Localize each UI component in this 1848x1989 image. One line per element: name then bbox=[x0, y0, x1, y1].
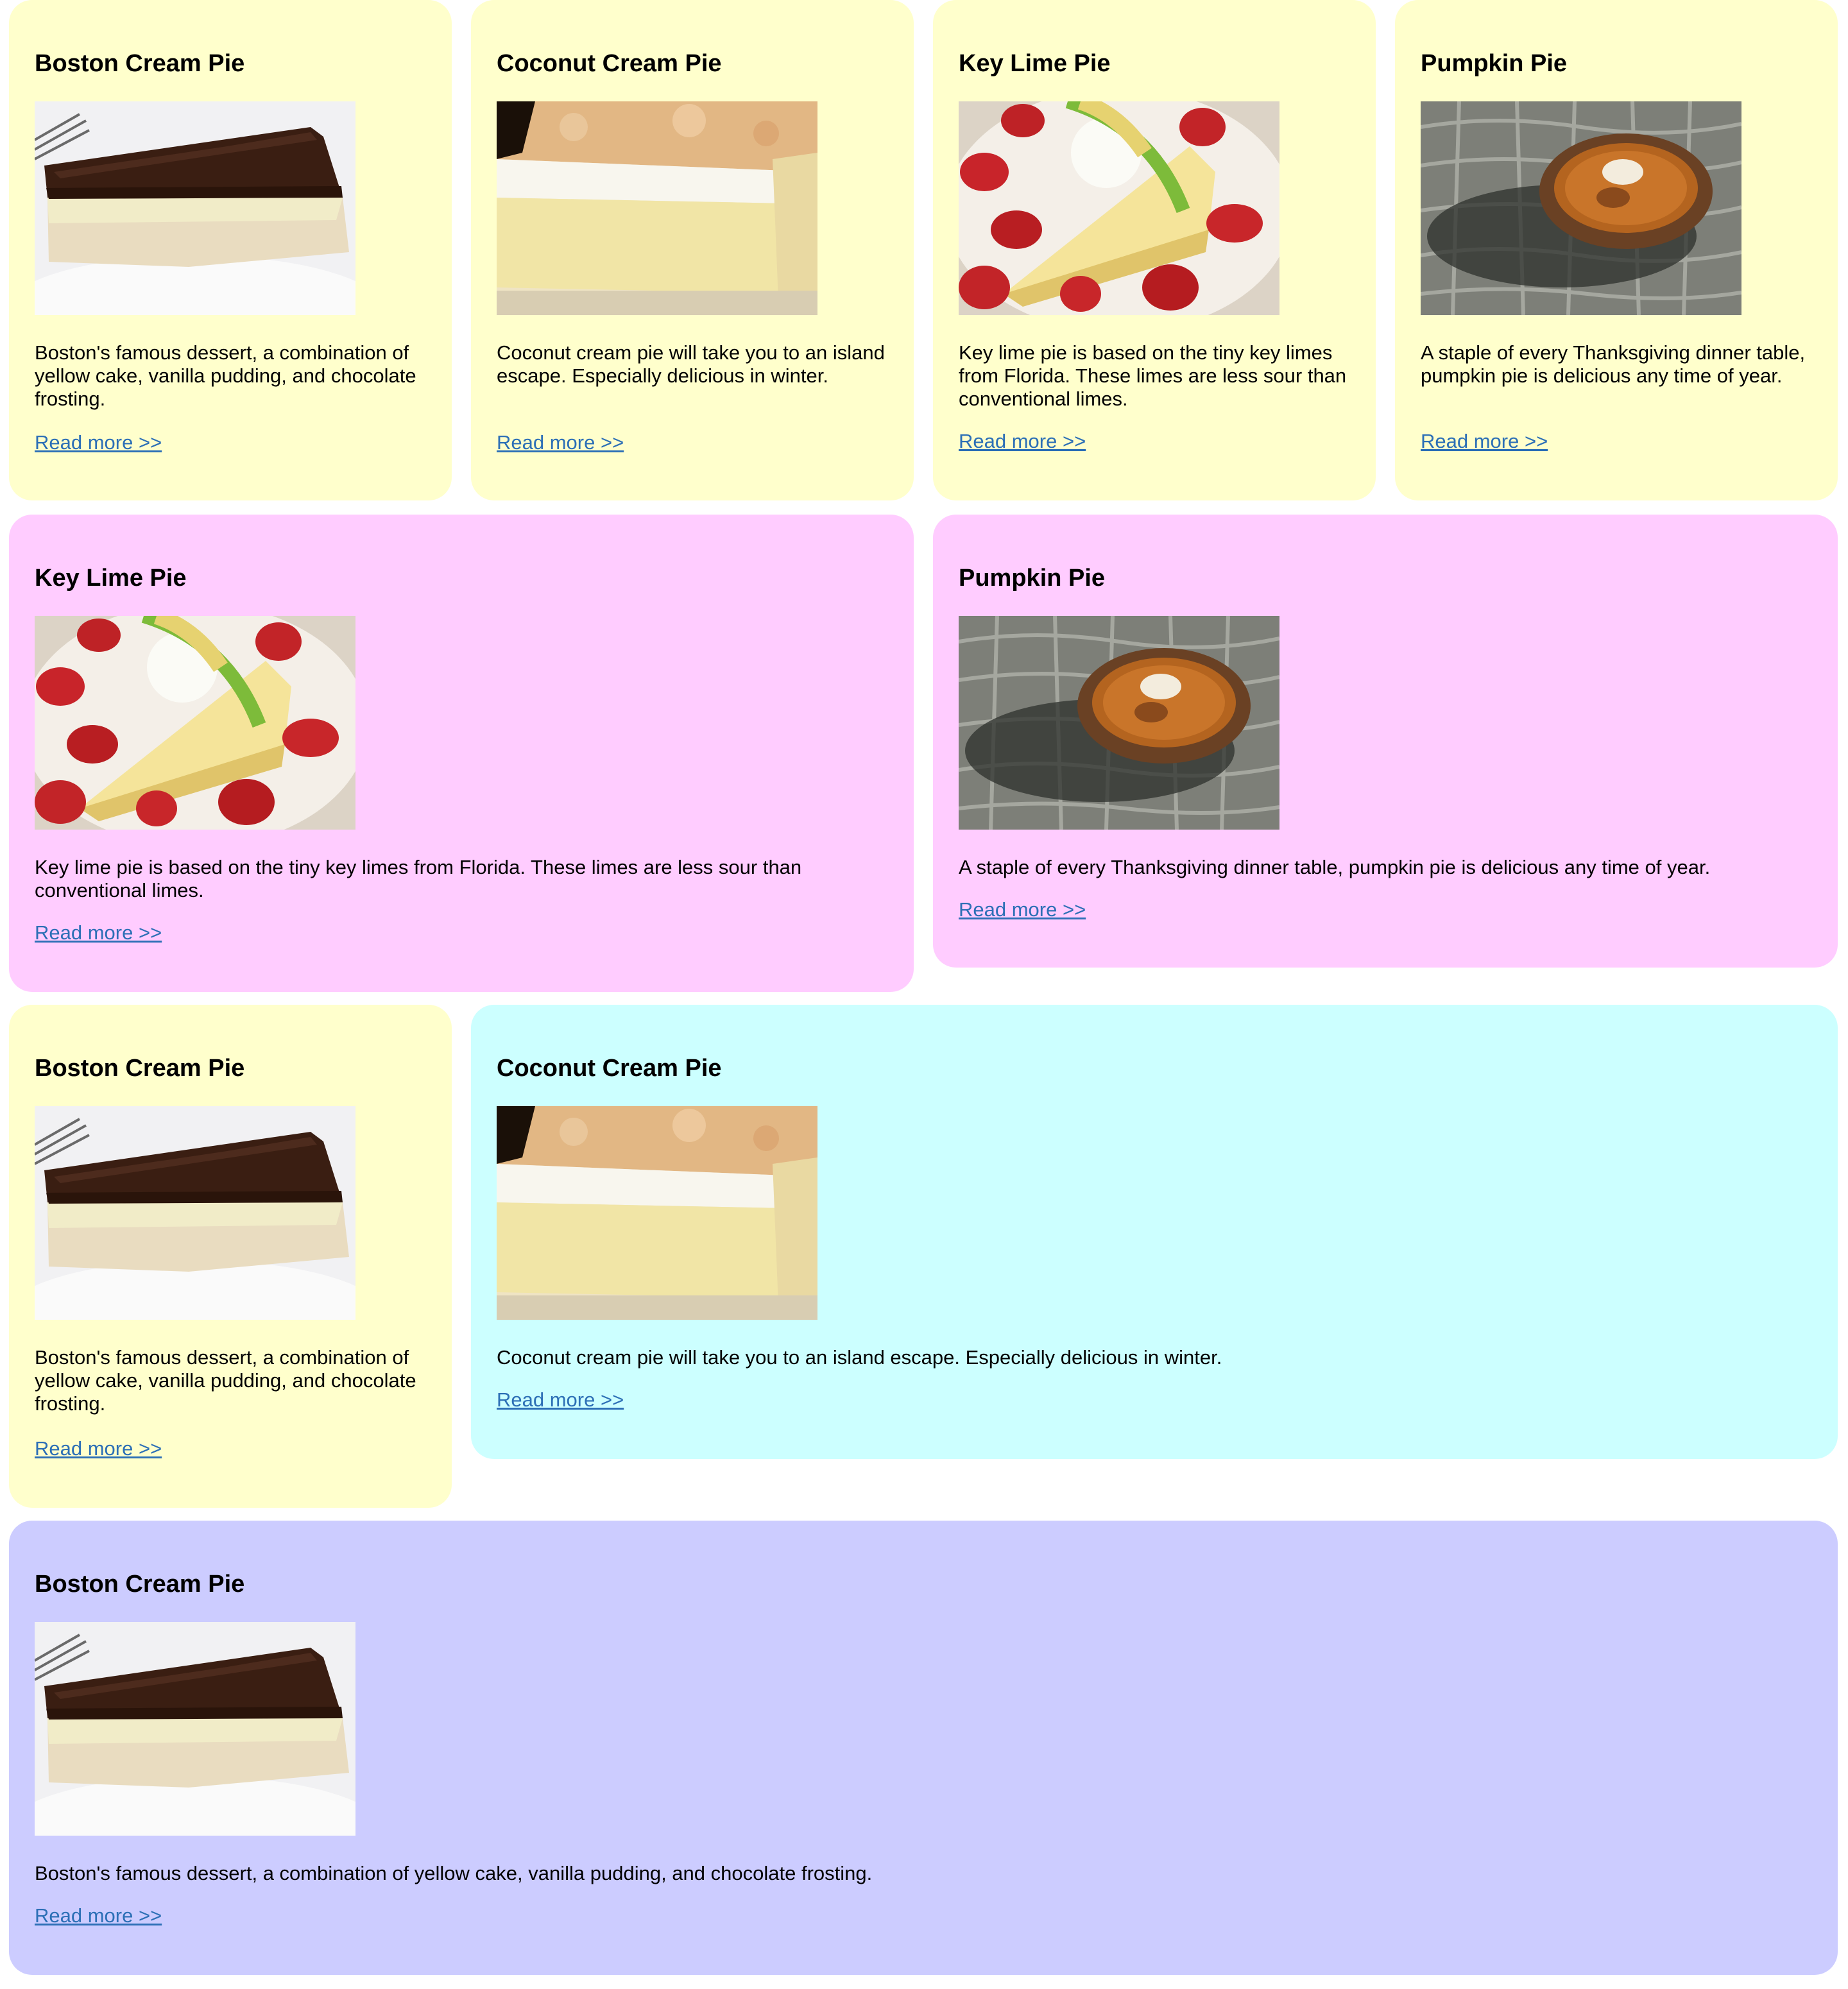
card-description: Boston's famous dessert, a combination o… bbox=[35, 1862, 873, 1884]
pie-card-coconut-cream: Coconut Cream Pie Coconut cream pie will… bbox=[471, 0, 914, 500]
pumpkin-pie-image bbox=[959, 616, 1279, 830]
card-title: Coconut Cream Pie bbox=[497, 50, 722, 77]
card-description: Coconut cream pie will take you to an is… bbox=[497, 1346, 1222, 1369]
card-description: Coconut cream pie will take you to an is… bbox=[497, 341, 885, 387]
read-more-link[interactable]: Read more >> bbox=[35, 1437, 162, 1460]
pumpkin-pie-image bbox=[1421, 101, 1741, 315]
pie-card-boston-cream-narrow: Boston Cream Pie Boston's famous dessert… bbox=[9, 1005, 452, 1508]
card-title: Key Lime Pie bbox=[959, 50, 1111, 77]
boston-cream-pie-image bbox=[35, 1106, 355, 1320]
read-more-link[interactable]: Read more >> bbox=[497, 431, 624, 454]
card-description: Key lime pie is based on the tiny key li… bbox=[35, 856, 802, 901]
read-more-link[interactable]: Read more >> bbox=[35, 431, 162, 454]
read-more-link[interactable]: Read more >> bbox=[1421, 430, 1548, 453]
pie-card-key-lime: Key Lime Pie Key lime pie is based on th… bbox=[933, 0, 1376, 500]
card-description: Key lime pie is based on the tiny key li… bbox=[959, 341, 1347, 410]
coconut-cream-pie-image bbox=[497, 101, 817, 315]
boston-cream-pie-image bbox=[35, 101, 355, 315]
card-title: Boston Cream Pie bbox=[35, 1055, 245, 1082]
key-lime-pie-image bbox=[35, 616, 355, 830]
card-description: Boston's famous dessert, a combination o… bbox=[35, 341, 416, 410]
coconut-cream-pie-image bbox=[497, 1106, 817, 1320]
read-more-link[interactable]: Read more >> bbox=[959, 430, 1086, 453]
key-lime-pie-image bbox=[959, 101, 1279, 315]
card-description: A staple of every Thanksgiving dinner ta… bbox=[959, 856, 1711, 878]
read-more-link[interactable]: Read more >> bbox=[35, 921, 162, 944]
card-description: Boston's famous dessert, a combination o… bbox=[35, 1346, 416, 1415]
card-title: Pumpkin Pie bbox=[1421, 50, 1568, 77]
pie-card-coconut-cream-wide: Coconut Cream Pie Coconut cream pie will… bbox=[471, 1005, 1838, 1459]
pie-card-boston-cream-full: Boston Cream Pie Boston's famous dessert… bbox=[9, 1521, 1838, 1975]
card-title: Coconut Cream Pie bbox=[497, 1055, 722, 1082]
boston-cream-pie-image bbox=[35, 1622, 355, 1836]
card-title: Key Lime Pie bbox=[35, 565, 187, 592]
card-title: Boston Cream Pie bbox=[35, 50, 245, 77]
pie-card-boston-cream: Boston Cream Pie Boston's famous dessert… bbox=[9, 0, 452, 500]
card-title: Pumpkin Pie bbox=[959, 565, 1106, 592]
read-more-link[interactable]: Read more >> bbox=[497, 1388, 624, 1412]
pie-card-pumpkin: Pumpkin Pie A staple of every Thanksgivi… bbox=[1395, 0, 1838, 500]
pie-card-key-lime-wide: Key Lime Pie Key lime pie is based on th… bbox=[9, 515, 914, 992]
read-more-link[interactable]: Read more >> bbox=[35, 1904, 162, 1927]
read-more-link[interactable]: Read more >> bbox=[959, 898, 1086, 921]
card-title: Boston Cream Pie bbox=[35, 1571, 245, 1598]
pie-card-pumpkin-wide: Pumpkin Pie A staple of every Thanksgivi… bbox=[933, 515, 1838, 968]
card-description: A staple of every Thanksgiving dinner ta… bbox=[1421, 341, 1806, 387]
